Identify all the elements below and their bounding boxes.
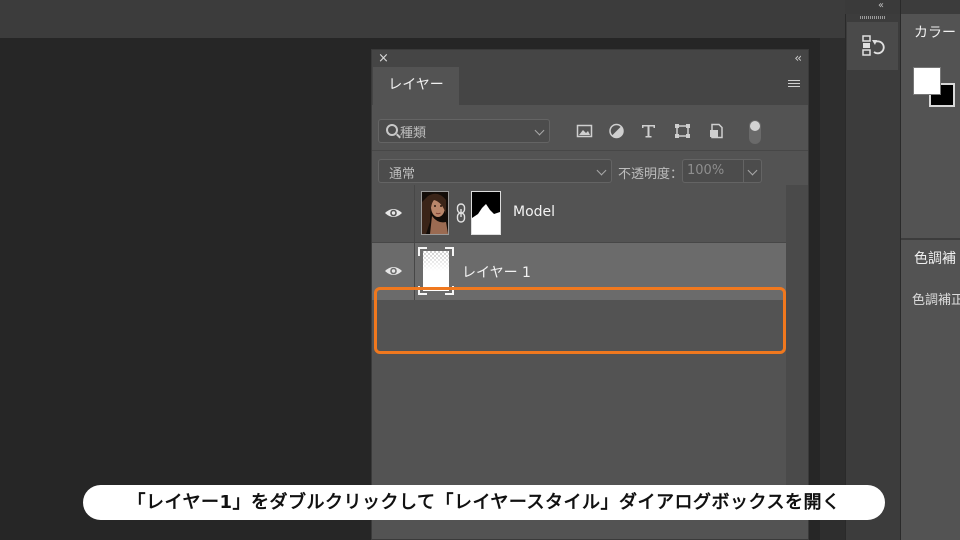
divider [372,150,808,151]
type-filter-icon[interactable] [640,123,657,139]
fill-value: 100% [687,204,725,219]
history-panel-button[interactable] [847,22,898,70]
collapse-panel-icon[interactable]: ‹‹ [794,50,801,67]
chevron-down-icon [534,125,545,136]
selection-highlight-frame [374,287,786,354]
instruction-caption: 「レイヤー1」をダブルクリックして「レイヤースタイル」ダイアログボックスを開く [83,485,885,520]
blend-mode-value: 通常 [389,167,416,182]
divider [372,190,808,191]
panel-menu-icon[interactable] [788,80,800,90]
lock-artboard-icon[interactable] [530,204,547,221]
filter-kind-label: 種類 [400,126,427,141]
chevron-down-icon[interactable] [747,165,758,176]
chevron-down-icon[interactable] [747,206,758,217]
foreground-color-swatch[interactable] [913,67,941,95]
lock-position-icon[interactable] [499,204,516,221]
lock-all-icon[interactable] [561,204,578,221]
divider [372,232,808,233]
fill-label: 塗り： [646,208,686,223]
dock-strip [845,0,900,540]
search-icon [386,124,398,136]
tab-layers[interactable]: レイヤー [373,67,459,105]
shape-filter-icon[interactable] [674,123,691,139]
adjustments-panel [901,240,960,540]
adjustments-subtitle: 色調補正 [912,293,960,308]
dock-strip-header [845,0,900,14]
image-filter-icon[interactable] [576,123,593,139]
adjustment-filter-icon[interactable] [608,123,625,139]
history-icon [862,35,885,56]
tab-color[interactable]: カラー [914,22,956,42]
opacity-value: 100% [687,163,725,178]
panel-titlebar: × ‹‹ [372,50,808,67]
fill-field[interactable]: 100% [682,200,762,224]
collapse-dock-icon[interactable]: ‹‹ [878,0,884,11]
opacity-label: 不透明度： [618,167,684,182]
filter-toggle-icon[interactable] [749,120,761,144]
tab-adjustments[interactable]: 色調補 [914,248,956,268]
canvas-scrollbar[interactable] [820,38,845,540]
lock-transparent-icon[interactable] [440,204,457,221]
blend-mode-select[interactable]: 通常 [378,159,612,183]
divider [743,201,744,223]
lock-label: ロック： [380,208,433,223]
smart-object-filter-icon[interactable] [708,123,725,139]
top-bar [0,0,845,38]
chevron-down-icon [596,165,607,176]
panel-tab-strip: レイヤー [372,67,808,105]
divider [743,160,744,182]
layer-filter-select[interactable]: 種類 [378,119,550,143]
opacity-field[interactable]: 100% [682,159,762,183]
color-panel [901,14,960,238]
lock-image-icon[interactable] [471,204,488,221]
grip-icon[interactable] [860,16,886,20]
close-icon[interactable]: × [378,50,389,67]
